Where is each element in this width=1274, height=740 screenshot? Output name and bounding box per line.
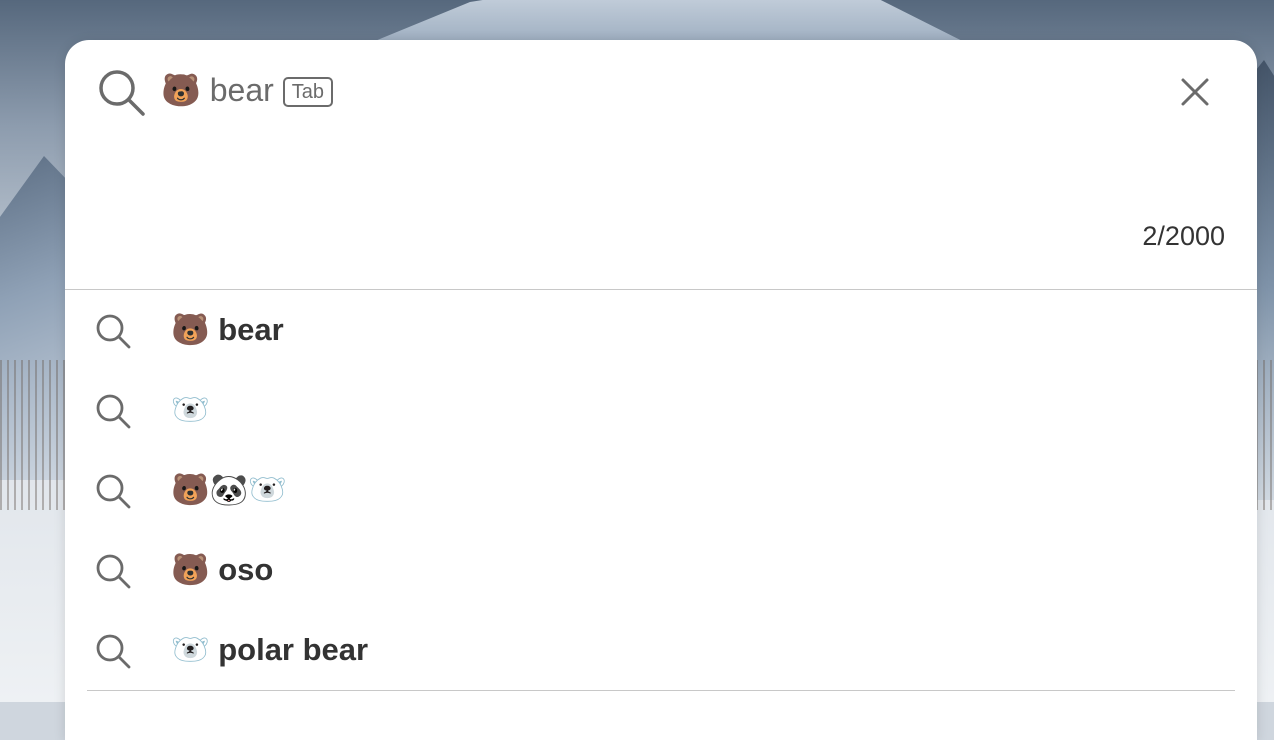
trees-left: [0, 360, 70, 510]
search-icon: [96, 314, 131, 349]
suggestion-list: 🐻 bear 🐻‍❄️ 🐻🐼🐻‍❄️ 🐻 oso: [65, 290, 1257, 690]
search-icon: [96, 554, 131, 589]
suggestion-label: 🐻 bear: [171, 312, 284, 347]
suggestion-item[interactable]: 🐻‍❄️ polar bear: [65, 610, 1257, 690]
search-icon: [96, 394, 131, 429]
suggestion-item[interactable]: 🐻🐼🐻‍❄️: [65, 450, 1257, 530]
trees-right: [1256, 360, 1274, 510]
divider: [87, 690, 1235, 691]
search-header: 🐻 bear Tab 2/2000: [65, 40, 1257, 290]
tab-key-hint: Tab: [282, 77, 334, 107]
suggestion-item[interactable]: 🐻 bear: [65, 290, 1257, 370]
search-icon: [96, 474, 131, 509]
suggestion-item[interactable]: 🐻‍❄️: [65, 370, 1257, 450]
search-icon: [99, 70, 145, 116]
suggestion-item[interactable]: 🐻 oso: [65, 530, 1257, 610]
search-panel: 🐻 bear Tab 2/2000 🐻 bear 🐻‍❄️: [65, 40, 1257, 740]
character-count: 2/2000: [1142, 221, 1225, 251]
search-query-text: 🐻 bear: [161, 72, 274, 108]
suggestion-label: 🐻‍❄️ polar bear: [171, 632, 369, 667]
search-icon: [96, 634, 131, 669]
suggestion-label: 🐻‍❄️: [171, 392, 210, 427]
search-input[interactable]: 🐻 bear Tab: [161, 70, 334, 110]
suggestion-label: 🐻 oso: [171, 552, 274, 587]
suggestion-label: 🐻🐼🐻‍❄️: [171, 472, 287, 507]
close-icon[interactable]: [1175, 72, 1215, 112]
